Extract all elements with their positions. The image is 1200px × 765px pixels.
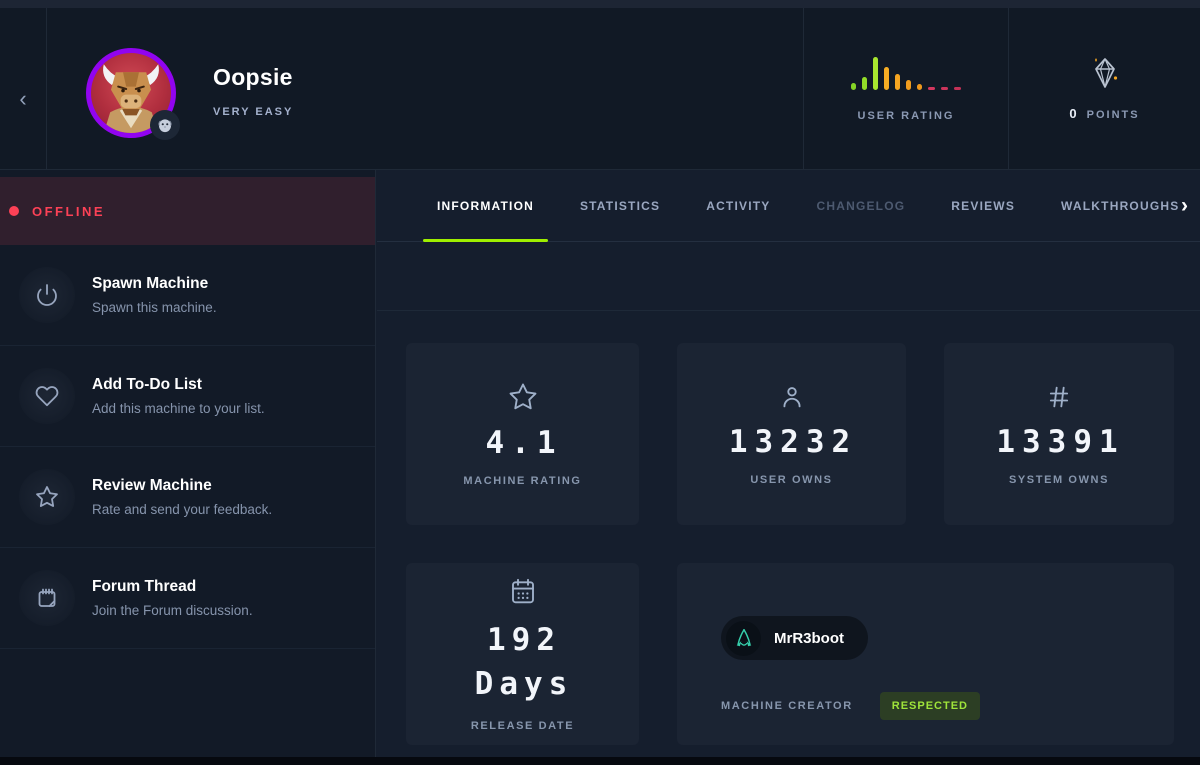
content-divider <box>377 310 1200 311</box>
heart-icon <box>19 368 75 424</box>
left-rail: ‹ <box>0 8 47 169</box>
gem-points-icon <box>1092 56 1118 90</box>
user-rating-label: USER RATING <box>858 110 955 122</box>
tab-walkthroughs[interactable]: WALKTHROUGHS <box>1038 170 1200 241</box>
machine-rating-label: MACHINE RATING <box>463 475 581 487</box>
sidebar-item-desc: Add this machine to your list. <box>92 401 265 416</box>
status-dot-icon <box>9 206 19 216</box>
creator-avatar <box>726 621 761 656</box>
power-icon <box>19 267 75 323</box>
respected-badge: RESPECTED <box>880 692 980 720</box>
tab-information[interactable]: INFORMATION <box>414 170 557 241</box>
system-owns-value: 13391 <box>993 424 1124 460</box>
sidebar-item-review-machine[interactable]: Review Machine Rate and send your feedba… <box>0 447 375 548</box>
rating-bar <box>884 67 889 90</box>
points-value: 0 <box>1069 106 1076 121</box>
back-button[interactable]: ‹ <box>10 86 36 114</box>
tab-statistics[interactable]: STATISTICS <box>557 170 683 241</box>
status-banner: OFFLINE <box>0 177 375 245</box>
hash-icon <box>1045 383 1073 411</box>
machine-rating-value: 4.1 <box>483 425 563 461</box>
card-system-owns: 13391 SYSTEM OWNS <box>944 343 1174 525</box>
tab-activity[interactable]: ACTIVITY <box>683 170 793 241</box>
creator-meta-row: MACHINE CREATOR RESPECTED <box>721 692 980 720</box>
tabs-scroll-right-icon[interactable]: › <box>1181 170 1188 242</box>
sidebar-item-desc: Spawn this machine. <box>92 300 217 315</box>
person-icon <box>778 383 806 411</box>
machine-name: Oopsie <box>213 64 293 91</box>
machine-sidebar: OFFLINE Spawn Machine Spawn this machine… <box>0 170 376 757</box>
card-machine-rating: 4.1 MACHINE RATING <box>406 343 639 525</box>
user-rating-chart <box>851 56 961 90</box>
machine-title-block: Oopsie VERY EASY <box>213 64 293 118</box>
rating-bar <box>941 87 948 90</box>
star-icon <box>19 469 75 525</box>
linux-penguin-icon <box>156 116 174 134</box>
release-date-label: RELEASE DATE <box>471 720 574 732</box>
sidebar-item-desc: Rate and send your feedback. <box>92 502 272 517</box>
card-release-date: 192 Days RELEASE DATE <box>406 563 639 745</box>
sidebar-item-add-todo[interactable]: Add To-Do List Add this machine to your … <box>0 346 375 447</box>
card-user-owns: 13232 USER OWNS <box>677 343 906 525</box>
machine-header: ‹ <box>0 8 1200 170</box>
machine-profile-page: ‹ <box>0 0 1200 765</box>
main-content: INFORMATION STATISTICS ACTIVITY CHANGELO… <box>377 170 1200 757</box>
release-days-number: 192 <box>472 619 574 662</box>
creator-emblem-icon <box>733 627 755 649</box>
rating-bar <box>862 77 867 90</box>
rating-bar <box>873 57 878 90</box>
sidebar-item-title: Add To-Do List <box>92 376 265 394</box>
user-rating-section: USER RATING <box>804 8 1008 169</box>
release-days-unit: Days <box>472 663 574 706</box>
creator-name: MrR3boot <box>774 630 844 647</box>
points-line: 0 POINTS <box>1069 106 1139 121</box>
sidebar-item-desc: Join the Forum discussion. <box>92 603 253 618</box>
sidebar-item-title: Review Machine <box>92 477 272 495</box>
user-owns-label: USER OWNS <box>750 474 832 486</box>
status-label: OFFLINE <box>32 204 105 219</box>
card-machine-creator: MrR3boot MACHINE CREATOR RESPECTED <box>677 563 1174 745</box>
release-date-value: 192 Days <box>472 619 574 706</box>
tab-changelog[interactable]: CHANGELOG <box>793 170 928 241</box>
sidebar-item-title: Forum Thread <box>92 578 253 596</box>
rating-bar <box>851 83 856 90</box>
rating-bar <box>928 87 935 90</box>
sidebar-item-spawn-machine[interactable]: Spawn Machine Spawn this machine. <box>0 245 375 346</box>
notepad-icon <box>19 570 75 626</box>
rating-bar <box>906 80 911 90</box>
tab-bar: INFORMATION STATISTICS ACTIVITY CHANGELO… <box>377 170 1200 242</box>
rating-bar <box>895 74 900 90</box>
window-top-strip <box>0 0 1200 8</box>
creator-profile-pill[interactable]: MrR3boot <box>721 616 868 660</box>
tab-reviews[interactable]: REVIEWS <box>928 170 1038 241</box>
stats-card-grid: 4.1 MACHINE RATING 13232 USER OWNS <box>406 343 1174 745</box>
star-icon <box>508 382 538 412</box>
points-label: POINTS <box>1087 109 1140 121</box>
rating-bar <box>954 87 961 90</box>
sidebar-item-forum-thread[interactable]: Forum Thread Join the Forum discussion. <box>0 548 375 649</box>
machine-avatar <box>86 48 176 138</box>
system-owns-label: SYSTEM OWNS <box>1009 474 1109 486</box>
user-owns-value: 13232 <box>726 424 857 460</box>
os-badge <box>150 110 180 140</box>
rating-bar <box>917 84 922 90</box>
calendar-icon <box>508 576 538 606</box>
machine-difficulty: VERY EASY <box>213 106 293 118</box>
window-bottom-strip <box>0 757 1200 765</box>
points-section: 0 POINTS <box>1009 8 1200 169</box>
creator-label: MACHINE CREATOR <box>721 700 853 712</box>
sidebar-item-title: Spawn Machine <box>92 275 217 293</box>
